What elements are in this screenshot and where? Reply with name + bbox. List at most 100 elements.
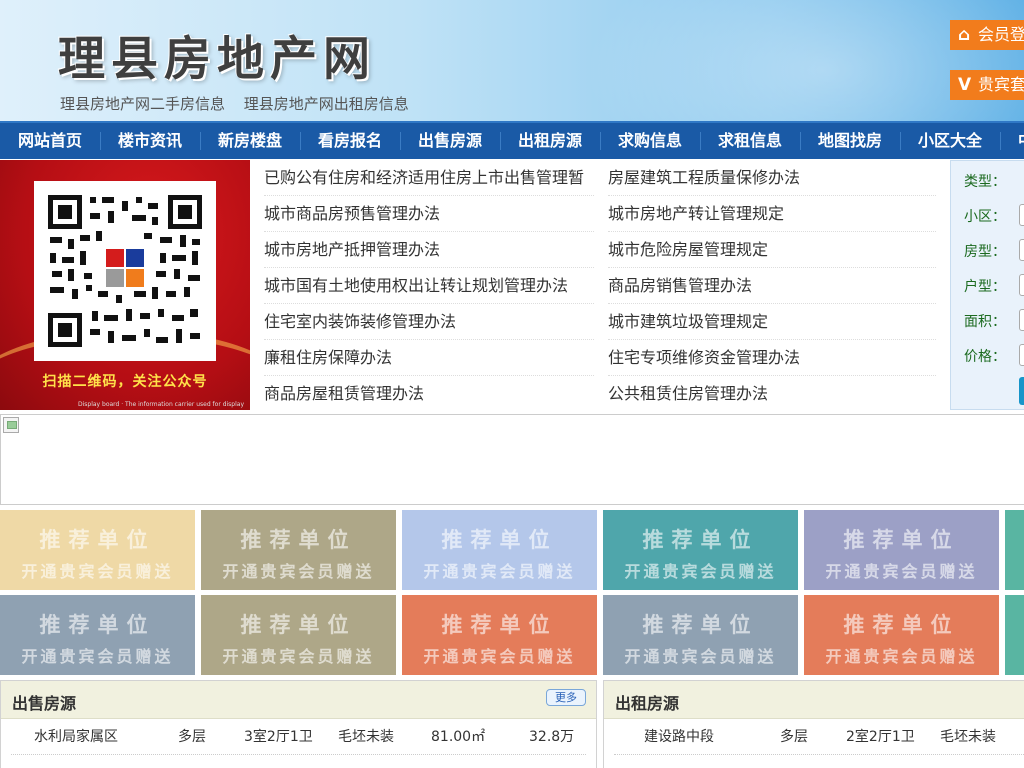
tile-subtitle: 开通贵宾会员赠送: [423, 647, 576, 666]
tile-subtitle: 开通贵宾会员赠送: [825, 562, 978, 581]
recommend-tile[interactable]: [1005, 510, 1024, 590]
nav-map-search[interactable]: 地图找房: [818, 123, 882, 159]
news-item[interactable]: 城市建筑垃圾管理规定: [608, 304, 936, 340]
room-type-label: 房型：: [964, 244, 1006, 260]
tile-title: 推荐单位: [843, 528, 960, 552]
sub-links: 理县房地产网二手房信息 理县房地产网出租房信息: [60, 93, 423, 114]
listing-decoration: 毛坯未装: [940, 729, 996, 745]
tile-title: 推荐单位: [39, 613, 156, 637]
rent-panel-header: 出租房源: [604, 681, 1024, 719]
news-item[interactable]: 商品房屋租赁管理办法: [264, 376, 594, 412]
area-select[interactable]: [1019, 309, 1024, 331]
nav-divider: [800, 132, 801, 150]
nav-more[interactable]: 中: [1018, 123, 1024, 159]
recommend-tile[interactable]: 推荐单位开通贵宾会员赠送: [804, 510, 999, 590]
recommend-tile[interactable]: 推荐单位 开通贵宾会员赠送: [201, 595, 396, 675]
nav-viewing-signup[interactable]: 看房报名: [318, 123, 382, 159]
tile-subtitle: 开通贵宾会员赠送: [21, 562, 174, 581]
layout-label: 户型：: [964, 279, 1006, 295]
search-button[interactable]: [1019, 377, 1024, 405]
recommend-tile[interactable]: 推荐单位开通贵宾会员赠送: [402, 510, 597, 590]
nav-divider: [300, 132, 301, 150]
news-item[interactable]: 商品房销售管理办法: [608, 268, 936, 304]
recommend-tile[interactable]: 推荐单位开通贵宾会员赠送: [0, 510, 195, 590]
type-label: 类型：: [964, 174, 1006, 190]
listing-decoration: 毛坯未装: [338, 729, 394, 745]
news-item[interactable]: 廉租住房保障办法: [264, 340, 594, 376]
nav-wanted-rent[interactable]: 求租信息: [718, 123, 782, 159]
tile-title: 推荐单位: [441, 528, 558, 552]
tile-subtitle: 开通贵宾会员赠送: [21, 647, 174, 666]
listing-building-type: 多层: [780, 729, 808, 745]
tile-subtitle: 开通贵宾会员赠送: [624, 647, 777, 666]
tile-title: 推荐单位: [39, 528, 156, 552]
price-select[interactable]: [1019, 344, 1024, 366]
nav-divider: [200, 132, 201, 150]
news-item[interactable]: 城市房地产抵押管理办法: [264, 232, 594, 268]
policy-news-list: 已购公有住房和经济适用住房上市出售管理暂 房屋建筑工程质量保修办法 城市商品房预…: [252, 160, 942, 410]
rent-panel-title: 出租房源: [615, 694, 680, 713]
news-item[interactable]: 城市危险房屋管理规定: [608, 232, 936, 268]
home-icon: ⌂: [958, 25, 971, 45]
recommend-tile[interactable]: 推荐单位 开通贵宾会员赠送: [201, 510, 396, 590]
room-type-select[interactable]: [1019, 239, 1024, 261]
nav-divider: [600, 132, 601, 150]
nav-divider: [1000, 132, 1001, 150]
recommend-tile[interactable]: 推荐单位 开通贵宾会员赠送: [603, 510, 798, 590]
nav-divider: [400, 132, 401, 150]
header-glow: [584, 0, 1024, 121]
nav-for-rent[interactable]: 出租房源: [518, 123, 582, 159]
nav-divider: [500, 132, 501, 150]
nav-new-homes[interactable]: 新房楼盘: [218, 123, 282, 159]
site-title[interactable]: 理县房地产网: [58, 20, 376, 89]
news-item[interactable]: 城市国有土地使用权出让转让规划管理办法: [264, 268, 594, 304]
tile-subtitle: 开通贵宾会员赠送: [222, 562, 375, 581]
community-input[interactable]: [1019, 204, 1024, 226]
tile-subtitle: 开通贵宾会员赠送: [222, 647, 375, 666]
recommend-tile[interactable]: [1005, 595, 1024, 675]
layout-select[interactable]: [1019, 274, 1024, 296]
ad-banner[interactable]: [0, 414, 1024, 505]
news-item[interactable]: 已购公有住房和经济适用住房上市出售管理暂: [264, 160, 594, 196]
nav-home[interactable]: 网站首页: [18, 123, 82, 159]
nav-communities[interactable]: 小区大全: [918, 123, 982, 159]
tile-subtitle: 开通贵宾会员赠送: [624, 562, 777, 581]
member-login-button[interactable]: ⌂ 会员登: [950, 20, 1024, 50]
nav-news[interactable]: 楼市资讯: [118, 123, 182, 159]
listing-area: 81.00㎡: [431, 729, 486, 745]
news-item[interactable]: 城市房地产转让管理规定: [608, 196, 936, 232]
sale-more-button[interactable]: 更多: [546, 689, 586, 706]
listing-building-type: 多层: [178, 729, 206, 745]
tile-title: 推荐单位: [642, 613, 759, 637]
community-label: 小区：: [964, 209, 1006, 225]
row-divider: [614, 754, 1024, 755]
recommend-tile[interactable]: 推荐单位 开通贵宾会员赠送: [402, 595, 597, 675]
news-item[interactable]: 城市商品房预售管理办法: [264, 196, 594, 232]
recommend-tile[interactable]: 推荐单位开通贵宾会员赠送: [603, 595, 798, 675]
vip-icon: V: [958, 75, 972, 95]
property-search-panel: 类型： 小区： 房型： 户型： 面积： 价格：: [950, 160, 1024, 410]
news-item[interactable]: 公共租赁住房管理办法: [608, 376, 936, 412]
nav-wanted-buy[interactable]: 求购信息: [618, 123, 682, 159]
listing-name[interactable]: 水利局家属区: [34, 719, 118, 755]
news-item[interactable]: 住宅室内装饰装修管理办法: [264, 304, 594, 340]
listing-name[interactable]: 建设路中段: [644, 719, 714, 755]
recommend-tile[interactable]: 推荐单位开通贵宾会员赠送: [0, 595, 195, 675]
news-item[interactable]: 住宅专项维修资金管理办法: [608, 340, 936, 376]
rental-link[interactable]: 理县房地产网出租房信息: [244, 95, 409, 113]
news-item[interactable]: 房屋建筑工程质量保修办法: [608, 160, 936, 196]
sale-panel-header: 出售房源 更多: [1, 681, 596, 719]
nav-for-sale[interactable]: 出售房源: [418, 123, 482, 159]
qr-banner[interactable]: 扫描二维码，关注公众号 Display board · The informat…: [0, 160, 250, 410]
listing-layout: 3室2厅1卫: [244, 729, 313, 745]
vip-button[interactable]: V 贵宾套: [950, 70, 1024, 100]
nav-divider: [900, 132, 901, 150]
main-nav: 网站首页 楼市资讯 新房楼盘 看房报名 出售房源 出租房源 求购信息 求租信息 …: [0, 121, 1024, 159]
tile-subtitle: 开通贵宾会员赠送: [825, 647, 978, 666]
secondhand-link[interactable]: 理县房地产网二手房信息: [60, 95, 225, 113]
area-label: 面积：: [964, 314, 1006, 330]
qr-code-graphic: [48, 195, 202, 347]
tile-subtitle: 开通贵宾会员赠送: [423, 562, 576, 581]
recommend-tile[interactable]: 推荐单位 开通贵宾会员赠送: [804, 595, 999, 675]
nav-divider: [700, 132, 701, 150]
